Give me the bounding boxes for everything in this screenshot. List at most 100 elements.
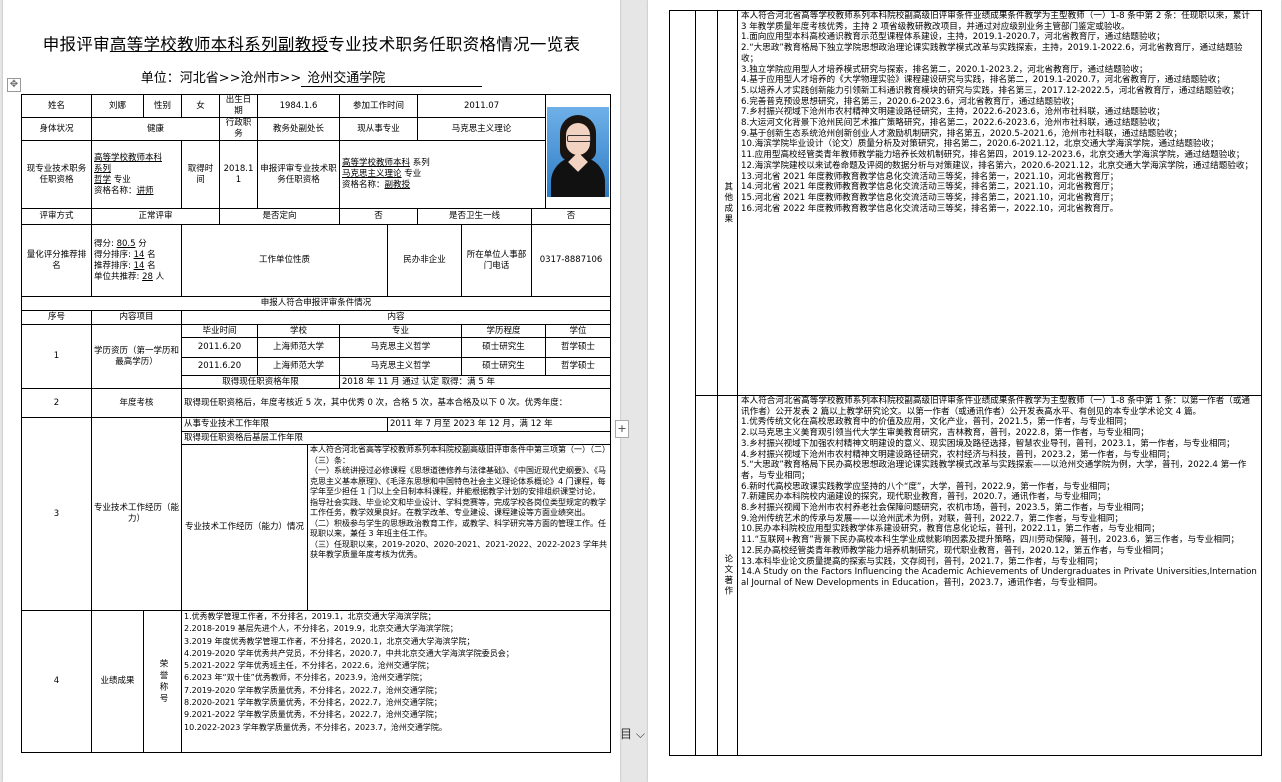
layout-options-button[interactable]: 目 ⌵ bbox=[620, 725, 648, 741]
unit-line: 单位：河北省>>沧州市>> 沧州交通学院 bbox=[3, 67, 620, 87]
ach-line: 3.2019 年度优秀教学管理工作者，不分排名，2020.1，北京交通大学海滨学… bbox=[184, 636, 475, 646]
other-line: 15.河北省 2021 年度教师教育教学信息化交流活动三等奖，排名第二，2021… bbox=[741, 192, 1119, 203]
paper-line: 3.乡村振兴视域下加强农村精神文明建设的意义、现实困境及路径选择，智慧农业导刊，… bbox=[741, 438, 1235, 449]
exp-years-value: 2011 年 7 月至 2023 年 12 月，满 12 年 bbox=[387, 417, 612, 432]
birth-label: 出生日期 bbox=[219, 94, 258, 118]
col-item-header: 内容项目 bbox=[91, 310, 182, 325]
paper-line: 6.新时代高校思政课实践教学应坚持的八个“度”，大学，普刊，2022.9，第一作… bbox=[741, 481, 1115, 492]
other-line: 16.河北省 2022 年度教师教育教学信息化交流活动三等奖，排名第一，2022… bbox=[741, 203, 1119, 214]
edu-item: 学历资历（第一学历和最高学历） bbox=[91, 324, 182, 389]
work-label: 参加工作时间 bbox=[339, 94, 419, 118]
exp-no: 3 bbox=[21, 417, 92, 611]
apply-title-label: 申报评审专业技术职务任职资格 bbox=[256, 140, 341, 209]
document-page-2: 其他成果 本人符合河北省高等学校教师系列本科院校副高级旧评审条件业绩成果条件教学… bbox=[648, 0, 1281, 782]
work-value: 2011.07 bbox=[417, 94, 547, 118]
paper-line: 11.“互联网+教育”背景下民办高校本科生学业成就影响因素及提升策略，四川劳动保… bbox=[741, 535, 1240, 546]
ach-line: 5.2021-2022 学年优秀班主任，不分排名，2022.6，沧州交通学院； bbox=[184, 661, 434, 671]
edu-header: 学位 bbox=[545, 324, 612, 338]
major-label: 现从事专业 bbox=[339, 117, 419, 141]
health-label: 身体状况 bbox=[21, 117, 92, 141]
limit-label: 取得现任职资格年限 bbox=[180, 375, 341, 389]
ach-line: 8.2020-2021 学年教学质量优秀，不分排名，2022.7，沧州交通学院； bbox=[184, 698, 442, 708]
directed-value: 否 bbox=[339, 208, 419, 225]
p2-blank-col bbox=[695, 395, 718, 756]
phone-value: 0317-8887106 bbox=[531, 224, 612, 297]
p2-blank-col bbox=[695, 10, 718, 396]
name-value: 刘娜 bbox=[91, 94, 144, 118]
other-line: 13.河北省 2021 年度教师教育教学信息化交流活动三等奖，排名第一，2021… bbox=[741, 171, 1119, 182]
edu-header: 毕业时间 bbox=[181, 324, 258, 338]
other-line: 4.基于应用型人才培养的《大学物理实验》课程建设研究与实践，排名第二，2019.… bbox=[741, 75, 1225, 86]
ach-list: 1.优秀教学管理工作者，不分排名，2019.1，北京交通大学海滨学院； 2.20… bbox=[180, 610, 612, 753]
edu-cell: 上海师范大学 bbox=[256, 337, 341, 358]
edu-cell: 上海师范大学 bbox=[256, 357, 341, 376]
edu-header: 学历程度 bbox=[461, 324, 547, 338]
other-line: 8.大运河文化背景下沧州民间艺术推广策略研究，排名第二，2022.6-2023.… bbox=[741, 118, 1165, 129]
paper-line: 1.优秀传统文化在高校思政教育中的价值及应用，文化产业，普刊，2021.5，第一… bbox=[741, 417, 1132, 428]
edu-cell: 哲学硕士 bbox=[545, 337, 612, 358]
paper-line: 本人符合河北省高等学校教师系列本科院校副高级旧评审条件业绩成果条件教学为主型教师… bbox=[741, 396, 1250, 417]
other-line: 11.应用型高校经管类青年教师教学能力培养长效机制研究，排名第四，2019.12… bbox=[741, 150, 1245, 161]
edu-cell: 硕士研究生 bbox=[461, 337, 547, 358]
photo-cell bbox=[545, 94, 612, 209]
duty-label: 行政职务 bbox=[219, 117, 258, 141]
major-value: 马克思主义理论 bbox=[417, 117, 547, 141]
other-line: 9.基于创新生态系统沧州创新创业人才激励机制研究，排名第五，2020.5-202… bbox=[741, 128, 1182, 139]
name-label: 姓名 bbox=[21, 94, 92, 118]
paper-line: 12.民办高校经管类青年教师教学能力培养机制研究，现代职业教育，普刊，2020.… bbox=[741, 545, 1169, 556]
ach-item: 业绩成果 bbox=[91, 610, 144, 753]
paper-line: 13.本科毕业论文质量提高的探索与实践，文存阅刊，普刊，2021.7，第二作者，… bbox=[741, 556, 1103, 567]
apply-title-value: 高等学校教师本科 系列 马克思主义理论 专业 资格名称：副教授 bbox=[339, 140, 547, 209]
obtain-time-label: 取得时间 bbox=[181, 140, 220, 209]
paper-line: 14.A Study on the Factors Influencing th… bbox=[741, 567, 1257, 588]
yearly-item: 年度考核 bbox=[91, 388, 182, 418]
health-line-value: 否 bbox=[531, 208, 612, 225]
edu-header: 学校 bbox=[256, 324, 341, 338]
other-line: 10.海滨学院毕业设计（论文）质量分析及对策研究，排名第二，2020.6-202… bbox=[741, 139, 1219, 150]
other-line: 本人符合河北省高等学校教师系列本科院校副高级旧评审条件业绩成果条件教学为主型教师… bbox=[741, 11, 1250, 32]
other-line: 12.海滨学院建校以来试卷命题及评阅的数据分析与对策建议，排名第六，2020.6… bbox=[741, 160, 1254, 171]
health-value: 健康 bbox=[91, 117, 220, 141]
paper-line: 4.乡村振兴视域下沧州市农村精神文明建设路径研究，农村经济与科技，普刊，2023… bbox=[741, 449, 1175, 460]
application-table: 姓名 刘娜 性别 女 出生日期 1984.1.6 参加工作时间 2011.07 … bbox=[20, 94, 612, 753]
col-no-header: 序号 bbox=[21, 310, 92, 325]
other-line: 3.独立学院应用型人才培养模式研究与探索，排名第二，2020.1-2023.2，… bbox=[741, 64, 1148, 75]
p2-blank-col bbox=[669, 10, 696, 756]
review-mode-value: 正常评审 bbox=[91, 208, 220, 225]
edu-no: 1 bbox=[21, 324, 92, 389]
exp-detail-label: 专业技术工作经历（能力）情况 bbox=[181, 444, 308, 611]
col-content-header: 内容 bbox=[180, 310, 612, 325]
edu-cell: 硕士研究生 bbox=[461, 357, 547, 376]
gender-value: 女 bbox=[181, 94, 220, 118]
other-line: 1.面向应用型本科高校通识教育示范型课程体系建设，主持，2019.1-2020.… bbox=[741, 32, 1165, 43]
ach-line: 2.2018-2019 基层先进个人，不分排名，2019.9，北京交通大学海滨学… bbox=[184, 624, 458, 634]
applicant-photo bbox=[547, 106, 610, 197]
paper-line: 8.乡村振兴视阈下沧州市农村养老社会保障问题研究，农机市场，普刊，2023.5，… bbox=[741, 503, 1149, 514]
other-line: 5.以培养人才实践创新能力引领新工科通识教育模块的研究与实践，排名第三，2017… bbox=[741, 85, 1240, 96]
edu-cell: 马克思主义哲学 bbox=[339, 357, 463, 376]
papers-label: 论文著作 bbox=[717, 395, 738, 756]
exp-years-label: 从事专业技术工作年限 bbox=[180, 417, 389, 432]
papers-list: 本人符合河北省高等学校教师系列本科院校副高级旧评审条件业绩成果条件教学为主型教师… bbox=[737, 395, 1262, 756]
duty-value: 教务处副处长 bbox=[256, 117, 341, 141]
exp-main-label: 取得现任职资格后基层工作年限 bbox=[180, 431, 612, 445]
yearly-value: 取得现任职资格后，年度考核近 5 次，其中优秀 0 次，合格 5 次，基本合格及… bbox=[180, 388, 612, 418]
paper-line: 10.民办本科院校应用型实践教学体系建设研究，教育信息化论坛，普刊，2022.1… bbox=[741, 524, 1160, 535]
paper-line: 7.新建民办本科院校内涵建设的探究，现代职业教育，普刊，2020.7，通讯作者，… bbox=[741, 492, 1106, 503]
edu-cell: 2011.6.20 bbox=[181, 357, 258, 376]
other-achievements-label: 其他成果 bbox=[717, 10, 738, 396]
phone-label: 所在单位人事部门电话 bbox=[461, 224, 533, 297]
exp-item: 专业技术工作经历（能力） bbox=[91, 417, 182, 611]
ach-line: 1.优秀教学管理工作者，不分排名，2019.1，北京交通大学海滨学院； bbox=[184, 612, 436, 621]
ach-line: 7.2019-2020 学年教学质量优秀，不分排名，2022.7，沧州交通学院； bbox=[184, 685, 442, 695]
health-line-label: 是否卫生一线 bbox=[417, 208, 533, 225]
add-column-button[interactable]: + bbox=[615, 420, 629, 438]
document-page-1: ✥ 申报评审高等学校教师本科系列副教授专业技术职务任职资格情况一览表 单位：河北… bbox=[3, 0, 620, 782]
unit-nature-value: 民办非企业 bbox=[387, 224, 463, 297]
achievements-table: 其他成果 本人符合河北省高等学校教师系列本科院校副高级旧评审条件业绩成果条件教学… bbox=[669, 10, 1262, 756]
score-value: 得分: 80.5 分 得分排序: 14 名 推荐排序: 14 名 单位共推荐: … bbox=[91, 224, 182, 297]
edu-cell: 马克思主义哲学 bbox=[339, 337, 463, 358]
edu-cell: 2011.6.20 bbox=[181, 337, 258, 358]
score-label: 量化评分推荐排名 bbox=[21, 224, 92, 297]
limit-value: 2018 年 11 月 通过 认定 取得：满 5 年 bbox=[339, 375, 612, 389]
